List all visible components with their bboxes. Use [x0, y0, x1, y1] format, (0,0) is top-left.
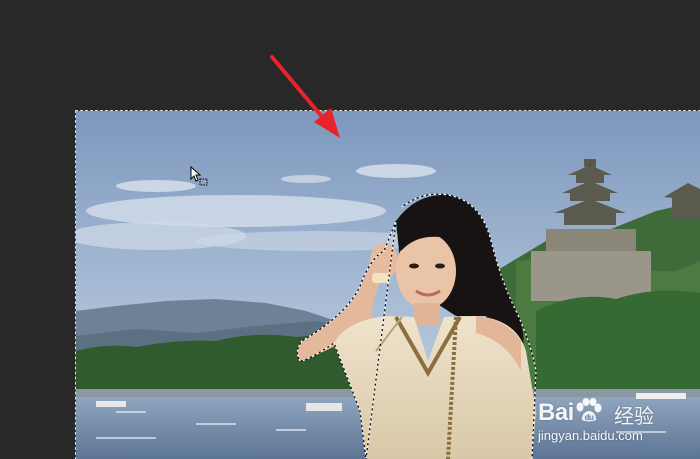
watermark-brand: 经验 [614, 404, 654, 428]
canvas-workspace[interactable]: Bai du 经验 jingyan.baidu.com [0, 0, 700, 459]
baidu-jingyan-watermark: Bai du 经验 jingyan.baidu.com [536, 380, 700, 459]
watermark-logo: Bai du [538, 398, 602, 427]
svg-text:du: du [584, 413, 593, 422]
baidu-paw-icon: du [576, 398, 602, 422]
watermark-url: jingyan.baidu.com [538, 428, 643, 443]
marquee-add-cursor-icon [190, 166, 208, 186]
